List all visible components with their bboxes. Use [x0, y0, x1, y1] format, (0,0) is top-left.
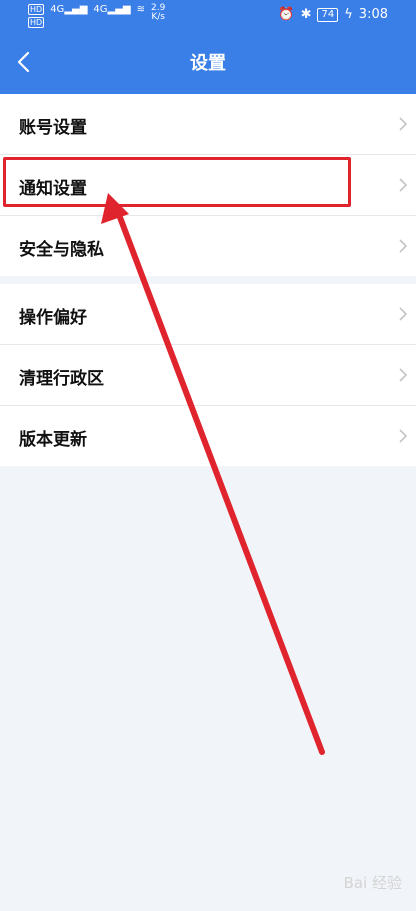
annotation-arrow — [101, 193, 325, 755]
watermark: Bai 经验 — [343, 874, 402, 892]
